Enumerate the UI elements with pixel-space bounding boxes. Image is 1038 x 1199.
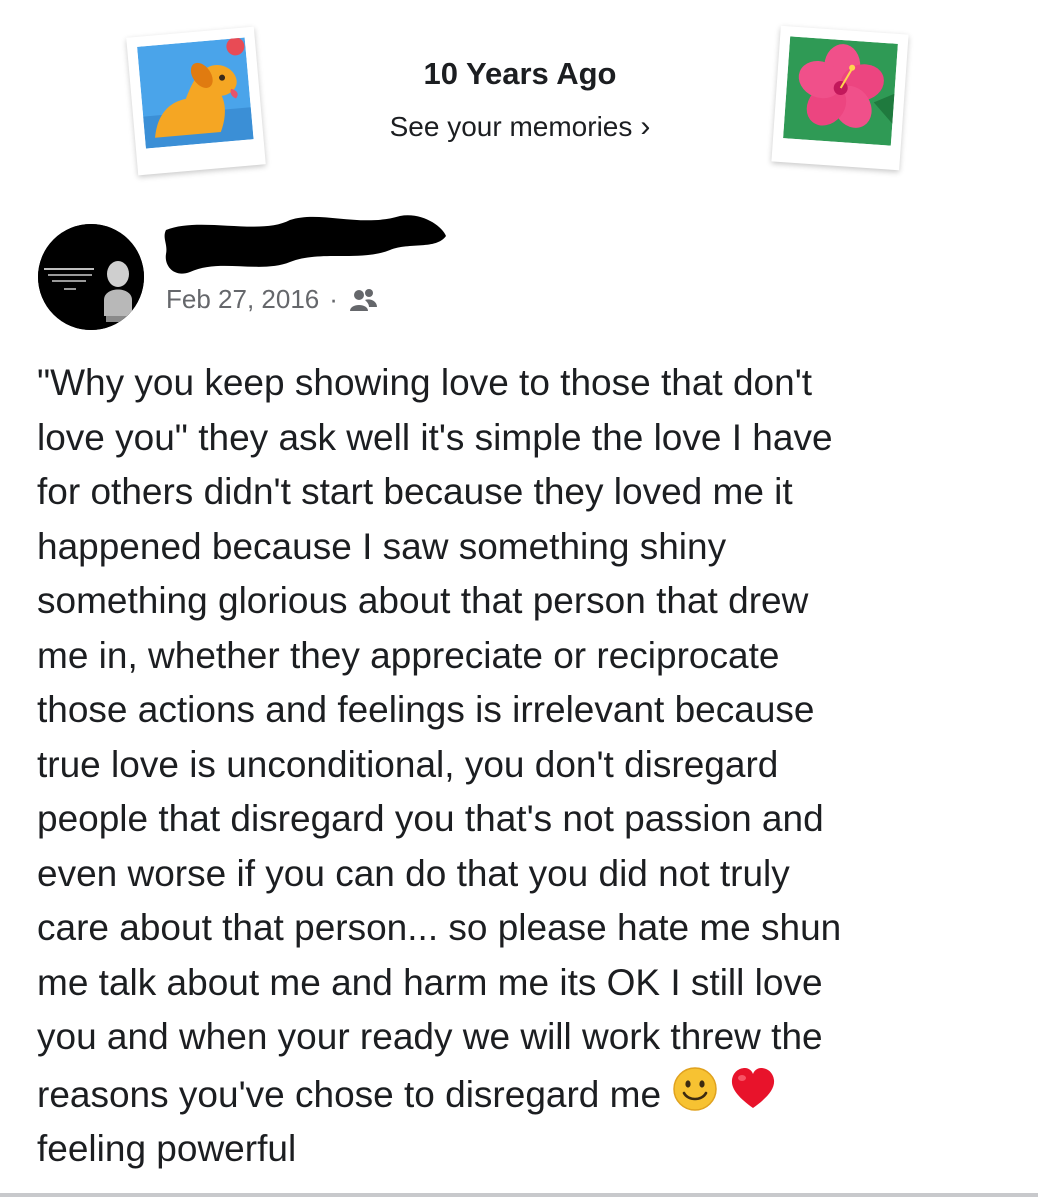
post-text-line: you and when your ready we will work thr…: [37, 1016, 823, 1057]
redacted-author-name: [160, 206, 450, 286]
hibiscus-illustration-icon: [771, 25, 909, 171]
post-text-line: something glorious about that person tha…: [37, 580, 809, 621]
bottom-divider: [0, 1193, 1038, 1197]
friends-icon[interactable]: [348, 285, 378, 315]
post-text-line: for others didn't start because they lov…: [37, 471, 793, 512]
post-text-line: "Why you keep showing love to those that…: [37, 362, 813, 403]
see-memories-link[interactable]: See your memories ›: [320, 110, 720, 144]
post-meta: Feb 27, 2016 ·: [166, 284, 378, 315]
dog-illustration-icon: [126, 26, 266, 176]
philosopher-avatar-icon[interactable]: [38, 224, 144, 330]
post-text-line: happened because I saw something shiny: [37, 525, 727, 567]
meta-separator: ·: [329, 284, 338, 314]
memories-banner[interactable]: 10 Years Ago See your memories ›: [0, 0, 1038, 200]
post-text-line: love you" they ask well it's simple the …: [37, 416, 833, 458]
post-text-line: me in, whether they appreciate or recipr…: [37, 634, 780, 676]
memories-title: 10 Years Ago: [423, 56, 617, 91]
post-text: "Why you keep showing love to those that…: [37, 356, 997, 1177]
post-text-line: reasons you've chose to disregard me: [37, 1073, 662, 1115]
post-header: Feb 27, 2016 ·: [0, 200, 1038, 340]
post-date[interactable]: Feb 27, 2016: [166, 284, 319, 315]
chevron-right-icon: ›: [640, 110, 651, 143]
smiling-face-emoji-icon: [671, 1065, 719, 1113]
feeling-status[interactable]: feeling powerful: [37, 1122, 997, 1177]
post-text-line: me talk about me and harm me its OK I st…: [37, 961, 823, 1003]
post-text-line: those actions and feelings is irrelevant…: [37, 689, 815, 730]
post-text-line: even worse if you can do that you did no…: [37, 852, 790, 894]
post-text-line: people that disregard you that's not pas…: [37, 798, 824, 839]
see-memories-label: See your memories: [389, 111, 633, 142]
red-heart-emoji-icon: [729, 1065, 777, 1113]
post-text-line: care about that person... so please hate…: [37, 907, 842, 948]
post-text-last-line: reasons you've chose to disregard me: [37, 1065, 997, 1123]
post-text-line: true love is unconditional, you don't di…: [37, 743, 779, 785]
